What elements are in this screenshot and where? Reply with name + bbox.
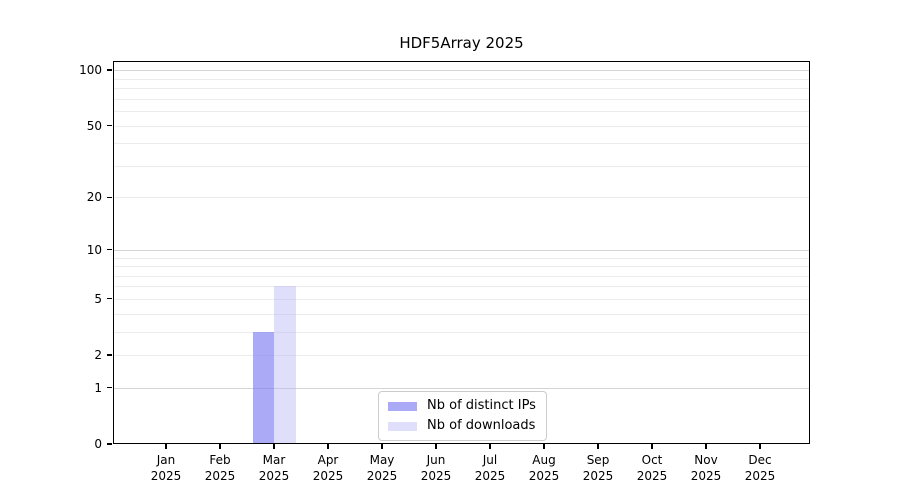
gridline-major	[113, 387, 810, 389]
x-tick-mark	[597, 444, 599, 449]
legend: Nb of distinct IPs Nb of downloads	[378, 391, 547, 441]
legend-item-downloads: Nb of downloads	[388, 417, 536, 435]
y-tick-label: 100	[79, 63, 102, 78]
x-tick-mark	[543, 444, 545, 449]
gridline-minor	[113, 197, 810, 199]
x-tick-mark	[651, 444, 653, 449]
x-tick-mark	[273, 444, 275, 449]
y-tick-label: 1	[94, 380, 102, 395]
gridline-major	[113, 249, 810, 251]
x-tick-mark	[705, 444, 707, 449]
gridline-minor	[113, 98, 810, 100]
gridline-minor	[113, 125, 810, 127]
x-tick-mark	[381, 444, 383, 449]
gridline-minor	[113, 275, 810, 277]
gridline-minor	[113, 331, 810, 333]
legend-label-distinct-ips: Nb of distinct IPs	[427, 398, 536, 413]
x-tick-mark	[219, 444, 221, 449]
y-tick-label: 20	[86, 190, 102, 205]
gridline-minor	[113, 298, 810, 300]
plot-border	[113, 61, 810, 444]
gridline-minor	[113, 266, 810, 267]
y-tick-mark	[107, 387, 112, 389]
gridline-minor	[113, 78, 810, 80]
chart-figure: HDF5Array 2025 0 1 2 5 10 20 50 100 Jan 2025 Feb 20…	[0, 0, 900, 500]
bar-downloads	[274, 286, 296, 444]
x-tick-mark	[165, 444, 167, 449]
gridline-minor	[113, 110, 810, 112]
x-tick-mark	[435, 444, 437, 449]
y-tick-label: 2	[94, 348, 102, 362]
x-tick-mark	[327, 444, 329, 449]
gridline-major	[113, 70, 810, 72]
bar-distinct-ips	[252, 331, 274, 444]
gridline-minor	[113, 88, 810, 89]
y-tick-mark	[107, 124, 112, 127]
gridline-minor	[113, 165, 810, 167]
gridline-minor	[113, 143, 810, 145]
y-tick-label: 5	[94, 291, 102, 306]
y-tick-mark	[107, 69, 112, 71]
x-tick-mark	[489, 444, 491, 449]
y-tick-mark	[107, 196, 112, 198]
y-tick-mark	[107, 249, 112, 251]
gridline-minor	[113, 286, 810, 288]
legend-swatch-downloads	[388, 421, 417, 431]
x-tick-mark	[759, 444, 761, 449]
y-tick-mark	[107, 443, 112, 445]
chart-title: HDF5Array 2025	[399, 34, 524, 52]
x-tick-year: 2025	[744, 469, 776, 483]
gridline-minor	[113, 355, 810, 356]
gridline-minor	[113, 313, 810, 315]
y-tick-label: 50	[86, 118, 102, 133]
gridline-minor	[113, 257, 810, 259]
legend-swatch-distinct-ips	[388, 401, 417, 411]
x-tick-label: Dec 2025	[728, 452, 792, 484]
y-tick-label: 0	[94, 437, 102, 451]
y-tick-label: 10	[86, 242, 102, 257]
y-tick-mark	[107, 354, 112, 356]
y-tick-mark	[107, 298, 112, 300]
legend-item-distinct-ips: Nb of distinct IPs	[388, 397, 536, 415]
legend-label-downloads: Nb of downloads	[427, 418, 536, 433]
